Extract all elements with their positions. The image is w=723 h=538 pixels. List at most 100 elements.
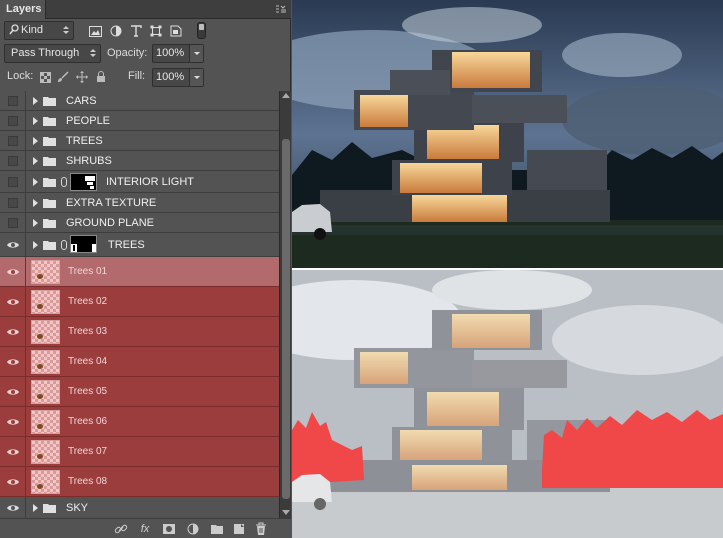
blend-row: Pass Through Opacity: 100%	[0, 43, 291, 67]
visibility-toggle[interactable]	[0, 193, 26, 212]
visibility-toggle[interactable]	[0, 233, 26, 256]
scroll-up-arrow-icon[interactable]	[282, 93, 290, 98]
visibility-toggle[interactable]	[0, 467, 26, 496]
opacity-value: 100%	[156, 47, 185, 59]
layer-group-sky[interactable]: SKY	[0, 497, 279, 518]
visibility-toggle[interactable]	[0, 287, 26, 316]
fill-label: Fill:	[128, 70, 146, 82]
visibility-toggle[interactable]	[0, 91, 26, 110]
folder-icon[interactable]	[210, 522, 224, 536]
layer-name: SKY	[66, 501, 89, 514]
filter-toggle-switch[interactable]	[197, 22, 206, 39]
visibility-toggle[interactable]	[0, 131, 26, 150]
lock-row: Lock: Fill: 100%	[0, 66, 291, 90]
layer-group-trees-masked[interactable]: TREES	[0, 233, 279, 257]
filter-shape-icon[interactable]	[148, 23, 164, 39]
mask-thumbnail[interactable]	[70, 173, 97, 191]
layer-trees-06[interactable]: Trees 06	[0, 407, 279, 437]
lock-transparent-icon[interactable]	[37, 69, 53, 85]
visibility-toggle[interactable]	[0, 171, 26, 192]
expand-arrow-icon[interactable]	[33, 156, 38, 165]
visibility-toggle[interactable]	[0, 377, 26, 406]
scroll-thumb[interactable]	[282, 139, 290, 499]
layer-group-trees[interactable]: TREES	[0, 131, 279, 151]
layer-trees-01[interactable]: Trees 01	[0, 257, 279, 287]
layer-group-extra-texture[interactable]: EXTRA TEXTURE	[0, 193, 279, 213]
layers-scrollbar[interactable]	[279, 91, 291, 518]
lock-brush-icon[interactable]	[55, 69, 71, 85]
visibility-toggle[interactable]	[0, 347, 26, 376]
visibility-toggle[interactable]	[0, 317, 26, 346]
expand-arrow-icon[interactable]	[33, 198, 38, 207]
opacity-field[interactable]: 100%	[152, 44, 204, 63]
layer-thumbnail	[31, 440, 60, 464]
link-icon[interactable]	[114, 522, 128, 536]
dropdown-arrow-icon[interactable]	[189, 69, 203, 86]
filter-type-icon[interactable]	[128, 23, 144, 39]
opacity-label: Opacity:	[107, 47, 148, 59]
eye-icon	[7, 504, 19, 511]
layer-group-people[interactable]: PEOPLE	[0, 111, 279, 131]
layer-trees-07[interactable]: Trees 07	[0, 437, 279, 467]
visibility-toggle[interactable]	[0, 437, 26, 466]
layer-trees-02[interactable]: Trees 02	[0, 287, 279, 317]
mask-thumbnail[interactable]	[70, 235, 97, 253]
filter-adjustment-icon[interactable]	[108, 23, 124, 39]
expand-arrow-icon[interactable]	[33, 218, 38, 227]
expand-arrow-icon[interactable]	[33, 116, 38, 125]
render-preview-normal	[292, 0, 723, 268]
lock-all-icon[interactable]	[93, 69, 109, 85]
link-icon[interactable]	[61, 239, 67, 250]
layer-thumbnail	[31, 320, 60, 344]
eye-icon	[7, 328, 19, 335]
blend-mode-value: Pass Through	[11, 47, 80, 59]
filter-pixel-icon[interactable]	[87, 23, 103, 39]
visibility-toggle[interactable]	[0, 151, 26, 170]
expand-arrow-icon[interactable]	[33, 96, 38, 105]
layer-trees-03[interactable]: Trees 03	[0, 317, 279, 347]
expand-arrow-icon[interactable]	[33, 177, 38, 186]
layer-thumbnail	[31, 470, 60, 494]
layer-name: Trees 06	[68, 416, 108, 427]
expand-arrow-icon[interactable]	[33, 136, 38, 145]
folder-icon	[43, 136, 56, 146]
mask-icon[interactable]	[162, 522, 176, 536]
trash-icon[interactable]	[254, 522, 268, 536]
dropdown-arrow-icon[interactable]	[189, 45, 203, 62]
layer-group-interior-light[interactable]: INTERIOR LIGHT	[0, 171, 279, 193]
layer-group-cars[interactable]: CARS	[0, 91, 279, 111]
fx-icon[interactable]: fx	[138, 522, 152, 536]
visibility-toggle[interactable]	[0, 257, 26, 286]
filter-kind-select[interactable]: Kind	[4, 21, 74, 40]
visibility-toggle[interactable]	[0, 407, 26, 436]
updown-arrows-icon	[90, 47, 96, 59]
filter-smart-object-icon[interactable]	[168, 23, 184, 39]
blend-mode-select[interactable]: Pass Through	[4, 44, 101, 63]
visibility-toggle[interactable]	[0, 213, 26, 232]
new-layer-icon[interactable]	[232, 522, 246, 536]
layer-group-shrubs[interactable]: SHRUBS	[0, 151, 279, 171]
lock-move-icon[interactable]	[74, 69, 90, 85]
link-icon[interactable]	[61, 176, 67, 187]
adjustment-icon[interactable]	[186, 522, 200, 536]
panel-menu-icon[interactable]	[275, 3, 287, 15]
layer-thumbnail	[31, 290, 60, 314]
expand-arrow-icon[interactable]	[33, 240, 38, 249]
scroll-down-arrow-icon[interactable]	[282, 510, 290, 515]
layer-name: Trees 01	[68, 266, 108, 277]
layer-name: Trees 08	[68, 476, 108, 487]
expand-arrow-icon[interactable]	[33, 503, 38, 512]
visibility-toggle[interactable]	[0, 111, 26, 130]
layer-group-ground-plane[interactable]: GROUND PLANE	[0, 213, 279, 233]
layer-name: GROUND PLANE	[66, 216, 155, 229]
layer-trees-05[interactable]: Trees 05	[0, 377, 279, 407]
layers-list: CARS PEOPLE TREES SHRUBS INTERIOR LIGHT …	[0, 91, 279, 518]
eye-icon	[7, 241, 19, 248]
layer-trees-04[interactable]: Trees 04	[0, 347, 279, 377]
folder-icon	[43, 177, 56, 187]
tab-layers[interactable]: Layers	[0, 0, 46, 19]
fill-field[interactable]: 100%	[152, 68, 204, 87]
layer-trees-08[interactable]: Trees 08	[0, 467, 279, 497]
visibility-toggle[interactable]	[0, 497, 26, 518]
panel-tab-bar: Layers	[0, 0, 291, 19]
